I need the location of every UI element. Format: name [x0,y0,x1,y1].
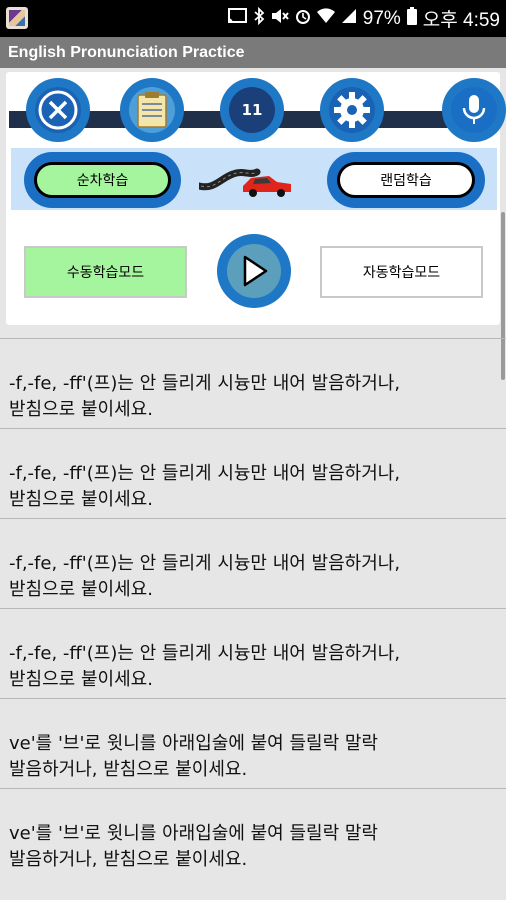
list-item-text: 발음하거나, 받침으로 붙이세요. [9,759,248,780]
play-icon [227,244,281,298]
sequential-study-label: 순차학습 [34,162,171,198]
list-item-text: -f,-fe, -ff'(프)는 안 들리게 시늉만 내어 발음하거나, [9,463,401,484]
gear-icon [329,87,375,133]
sequential-study-button[interactable]: 순차학습 [24,152,181,208]
notes-button[interactable] [120,78,184,142]
settings-button[interactable] [320,78,384,142]
clipboard-icon [129,87,175,133]
bluetooth-icon [253,6,265,30]
study-order-strip: 순차학습 랜덤학습 [11,148,497,210]
list-item-text: ve'를 '브'로 윗니를 아래입술에 붙여 들릴락 말락 [9,733,378,754]
race-car-icon [195,156,295,204]
list-item[interactable]: -f,-fe, -ff'(프)는 안 들리게 시늉만 내어 발음하거나, 받침으… [0,608,506,698]
wifi-icon [316,8,335,29]
list-item-text: ve'를 '브'로 윗니를 아래입술에 붙여 들릴락 말락 [9,823,378,844]
status-bar: 97% 오후 4:59 [0,0,506,37]
app-notification-icon [6,7,28,29]
close-button[interactable] [26,78,90,142]
clock: 오후 4:59 [422,10,500,31]
close-icon [35,87,81,133]
list-item-text: 받침으로 붙이세요. [9,579,153,600]
list-item-text: 발음하거나, 받침으로 붙이세요. [9,849,248,870]
battery-percent: 97% [362,7,401,29]
list-item[interactable]: -f,-fe, -ff'(프)는 안 들리게 시늉만 내어 발음하거나, 받침으… [0,428,506,518]
list-item-text: -f,-fe, -ff'(프)는 안 들리게 시늉만 내어 발음하거나, [9,553,401,574]
list-item-text: -f,-fe, -ff'(프)는 안 들리게 시늉만 내어 발음하거나, [9,643,401,664]
microphone-button[interactable] [442,78,506,142]
mute-icon [271,8,289,29]
random-study-button[interactable]: 랜덤학습 [327,152,485,208]
status-icons: 97% 오후 4:59 [227,0,500,37]
pronunciation-list: -f,-fe, -ff'(프)는 안 들리게 시늉만 내어 발음하거나, 받침으… [0,338,506,878]
alarm-icon [295,8,311,29]
battery-icon [406,7,417,30]
list-item[interactable]: -f,-fe, -ff'(프)는 안 들리게 시늉만 내어 발음하거나, 받침으… [0,338,506,428]
counter-button[interactable]: 11 [220,78,284,142]
list-item[interactable]: ve'를 '브'로 윗니를 아래입술에 붙여 들릴락 말락 발음하거나, 받침으… [0,788,506,878]
list-item-text: 받침으로 붙이세요. [9,489,153,510]
play-button[interactable] [217,234,291,308]
app-title: English Pronunciation Practice [0,37,506,68]
cast-icon [227,8,247,29]
signal-icon [341,8,357,29]
list-item-text: 받침으로 붙이세요. [9,669,153,690]
manual-mode-button[interactable]: 수동학습모드 [24,246,187,298]
list-item-text: 받침으로 붙이세요. [9,399,153,420]
auto-mode-button[interactable]: 자동학습모드 [320,246,483,298]
control-panel: 11 순차학습 랜덤학습 수동학습모드 자동학습모드 [6,72,506,325]
list-item[interactable]: ve'를 '브'로 윗니를 아래입술에 붙여 들릴락 말락 발음하거나, 받침으… [0,698,506,788]
list-item[interactable]: -f,-fe, -ff'(프)는 안 들리게 시늉만 내어 발음하거나, 받침으… [0,518,506,608]
counter-badge: 11 [229,87,275,133]
list-item-text: -f,-fe, -ff'(프)는 안 들리게 시늉만 내어 발음하거나, [9,373,401,394]
microphone-icon [451,87,497,133]
random-study-label: 랜덤학습 [337,162,475,198]
